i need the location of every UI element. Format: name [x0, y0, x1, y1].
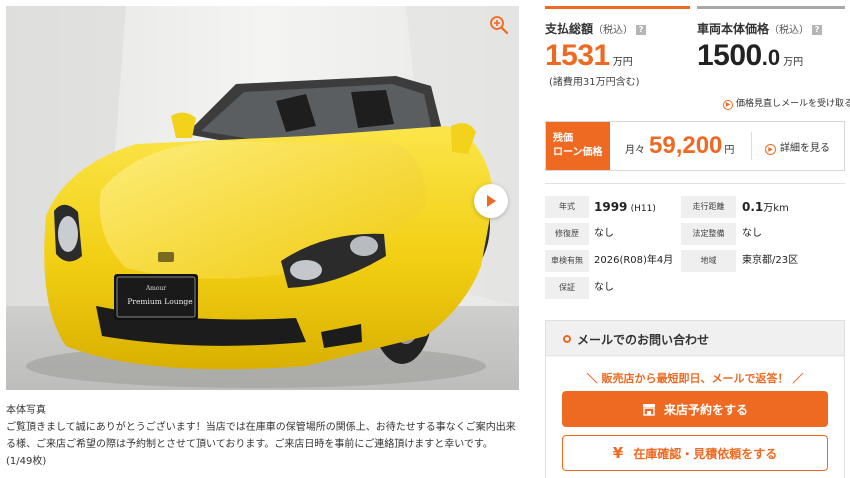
loan-monthly-amount: 59,200 [649, 132, 723, 159]
spec-year-era: (H11) [630, 204, 656, 214]
zoom-in-icon[interactable] [489, 15, 509, 35]
body-price-value: 1500.0 万円 [697, 39, 845, 73]
plate-line2: Premium Lounge [127, 297, 193, 306]
body-price-int: 1500 [697, 39, 762, 72]
car-image: Amour Premium Lounge [6, 6, 519, 390]
spec-repair: 修復歴 なし [545, 223, 685, 247]
spec-row: 車検有無 2026(R08)年4月 地域 東京都/23区 [545, 250, 845, 277]
chevron-right-icon: ▶ [723, 100, 733, 110]
spec-year: 年式 1999 (H11) [545, 196, 685, 220]
photo-caption: 本体写真 ご覧頂きまして誠にありがとうございます！当店では在庫車の保管場所の関係… [6, 402, 524, 470]
body-price-unit: 万円 [783, 57, 804, 68]
spec-maintenance-value: なし [742, 228, 762, 239]
loan-monthly-prefix: 月々 [625, 145, 645, 156]
price-alert-text: 価格見直しメールを受け取る [736, 99, 850, 109]
spec-year-number: 1999 [594, 200, 628, 214]
next-photo-button[interactable] [474, 184, 508, 218]
spec-region-value: 東京都/23区 [742, 255, 799, 266]
loan-tag: 残価 ローン価格 [546, 122, 610, 170]
spec-repair-value: なし [594, 228, 614, 239]
spec-warranty: 保証 なし [545, 277, 685, 301]
spec-region: 地域 東京都/23区 [681, 250, 845, 274]
plate-line1: Amour [145, 285, 166, 292]
spec-table: 年式 1999 (H11) 走行距離 0.1万km 修復歴 なし 法定整備 なし… [545, 196, 845, 304]
spec-inspection-value: 2026(R08)年4月 [594, 255, 674, 266]
inquiry-promo: ＼ 販売店から最短即日、メールで返答！ ／ [586, 372, 804, 385]
spec-inspection-label: 車検有無 [545, 250, 589, 272]
body-price-label: 車両本体価格（税込）? [697, 20, 845, 37]
spec-mileage-number: 0.1 [742, 200, 764, 214]
caption-title: 本体写真 [6, 405, 46, 416]
spec-mileage-unit: 万km [763, 203, 789, 214]
divider [751, 132, 752, 160]
help-icon[interactable]: ? [812, 25, 823, 35]
divider [545, 183, 845, 184]
loan-monthly: 月々 59,200 円 [625, 132, 734, 160]
spec-repair-label: 修復歴 [545, 223, 589, 245]
body-price-panel: 車両本体価格（税込）? 1500.0 万円 [697, 6, 845, 110]
spec-warranty-label: 保証 [545, 277, 589, 299]
total-price-note: (諸費用31万円含む) [549, 77, 640, 88]
total-price-value: 1531 万円 [545, 39, 690, 73]
stock-estimate-label: 在庫確認・見積依頼をする [633, 446, 778, 461]
loan-box: 残価 ローン価格 月々 59,200 円 ▶ 詳細を見る [545, 121, 845, 171]
spec-warranty-value: なし [594, 282, 614, 293]
spec-mileage-value: 0.1万km [742, 196, 789, 220]
loan-monthly-unit: 円 [724, 145, 735, 156]
visit-reservation-label: 来店予約をする [663, 402, 748, 417]
total-price-label-text: 支払総額 [545, 22, 594, 36]
store-icon [642, 403, 656, 416]
loan-detail-link[interactable]: ▶ 詳細を見る [765, 139, 830, 155]
visit-reservation-button[interactable]: 来店予約をする [562, 391, 828, 427]
total-price-number: 1531 [545, 39, 610, 72]
photo-counter: (1/49枚) [6, 456, 47, 467]
help-icon[interactable]: ? [636, 25, 647, 35]
inquiry-body: ＼ 販売店から最短即日、メールで返答！ ／ 来店予約をする ¥ 在庫確認・見積依… [546, 357, 844, 478]
spec-year-label: 年式 [545, 196, 589, 218]
total-price-panel: 支払総額（税込）? 1531 万円 (諸費用31万円含む) [545, 6, 690, 110]
loan-tag-line1: 残価 [553, 133, 573, 144]
spec-inspection: 車検有無 2026(R08)年4月 [545, 250, 685, 274]
body-price-dec: .0 [761, 45, 781, 70]
spec-maintenance-label: 法定整備 [681, 223, 736, 245]
spec-row: 年式 1999 (H11) 走行距離 0.1万km [545, 196, 845, 223]
spec-region-label: 地域 [681, 250, 736, 272]
chevron-right-icon: ▶ [765, 144, 776, 155]
yen-icon: ¥ [612, 444, 624, 462]
caption-text: ご覧頂きまして誠にありがとうございます！当店では在庫車の保管場所の関係上、お待た… [6, 422, 516, 450]
loan-tag-line2: ローン価格 [553, 147, 603, 158]
spec-year-value: 1999 (H11) [594, 196, 656, 220]
body-tax-label: （税込） [769, 25, 810, 36]
inquiry-title: メールでのお問い合わせ [577, 333, 710, 347]
price-alert-link[interactable]: ▶ 価格見直しメールを受け取る [723, 96, 850, 110]
total-price-label: 支払総額（税込）? [545, 20, 690, 37]
vehicle-photo[interactable]: Amour Premium Lounge [6, 6, 519, 390]
play-arrow-icon [487, 195, 496, 207]
spec-mileage-label: 走行距離 [681, 196, 736, 218]
inquiry-header: メールでのお問い合わせ [546, 321, 844, 356]
body-price-label-text: 車両本体価格 [697, 22, 770, 36]
spec-row: 保証 なし [545, 277, 845, 304]
stock-estimate-button[interactable]: ¥ 在庫確認・見積依頼をする [562, 435, 828, 471]
spec-mileage: 走行距離 0.1万km [681, 196, 845, 220]
total-tax-label: （税込） [593, 25, 634, 36]
total-price-unit: 万円 [612, 57, 633, 68]
spec-maintenance: 法定整備 なし [681, 223, 845, 247]
inquiry-box: メールでのお問い合わせ ＼ 販売店から最短即日、メールで返答！ ／ 来店予約をす… [545, 320, 845, 478]
loan-detail-text: 詳細を見る [780, 143, 830, 154]
spec-row: 修復歴 なし 法定整備 なし [545, 223, 845, 250]
bullet-icon [563, 335, 571, 343]
